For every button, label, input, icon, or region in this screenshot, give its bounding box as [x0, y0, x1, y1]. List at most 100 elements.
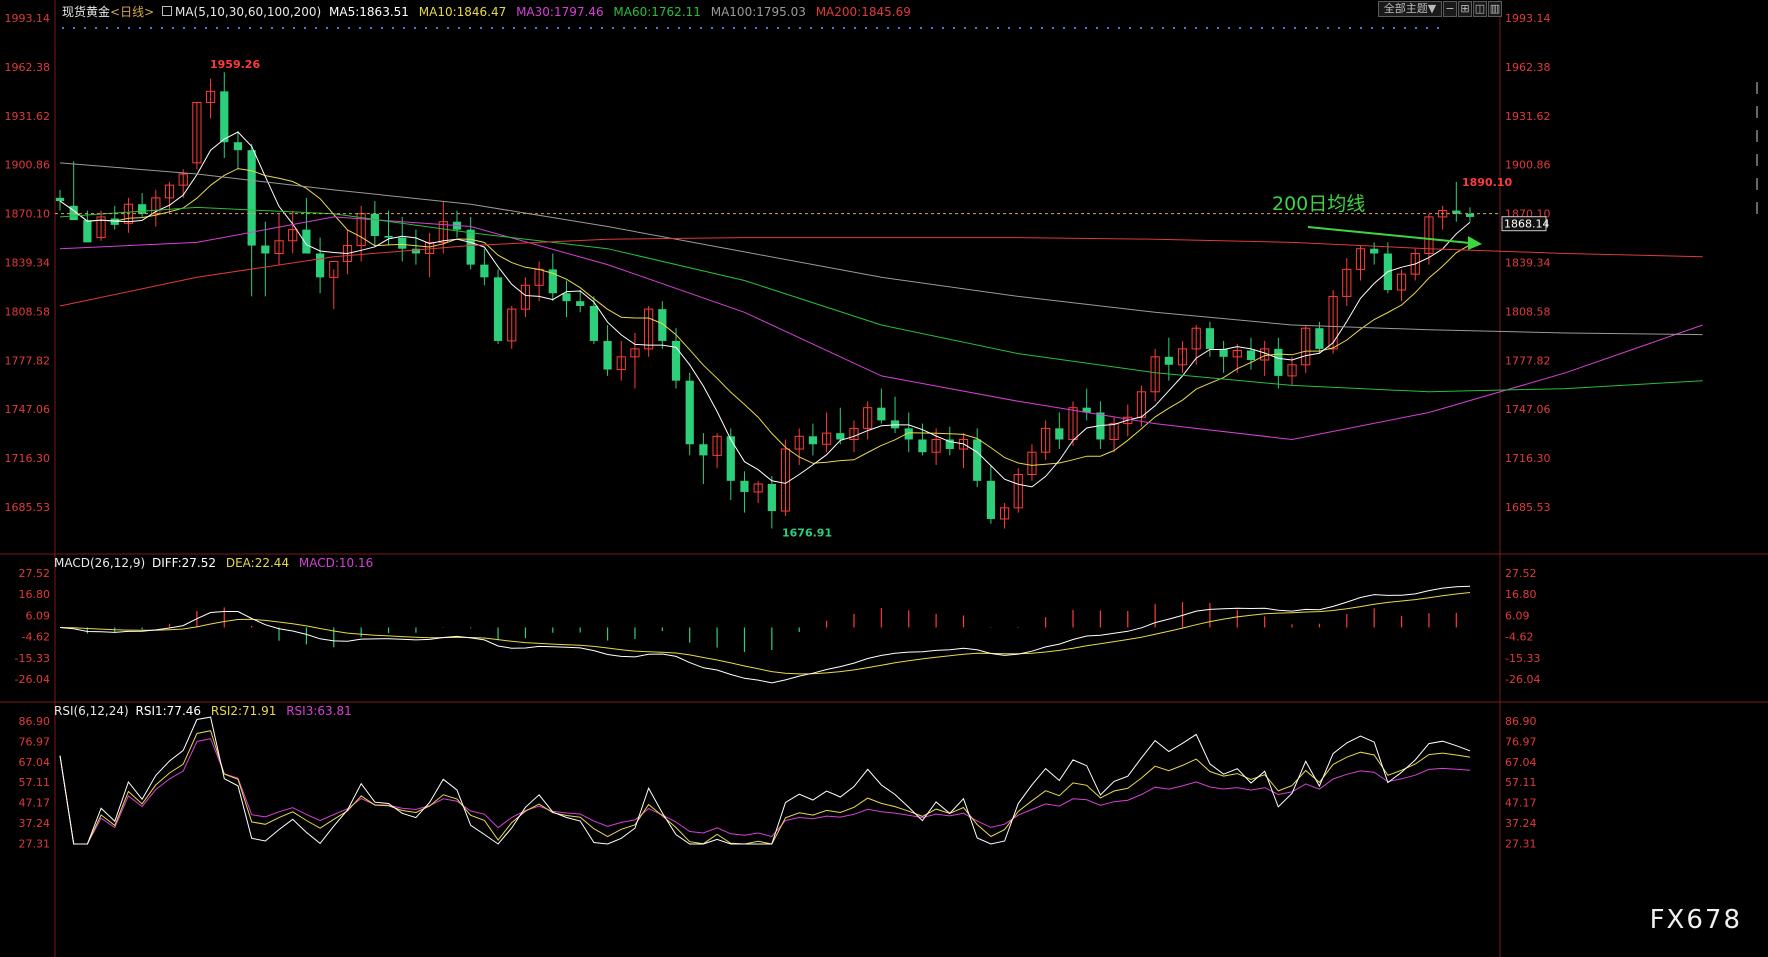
dot-marker: [1316, 27, 1318, 29]
dot-marker: [1129, 27, 1131, 29]
dot-marker: [964, 27, 966, 29]
main-chart-header: 现货黄金<日线> MA(5,10,30,60,100,200) MA5:1863…: [62, 3, 911, 20]
dot-marker: [194, 27, 196, 29]
dot-marker: [62, 27, 64, 29]
dot-marker: [1173, 27, 1175, 29]
candle-body: [1219, 348, 1228, 357]
y-tick-label: 1993.14: [1505, 12, 1551, 25]
rsi-params: RSI(6,12,24): [54, 704, 129, 718]
period-label[interactable]: <日线>: [110, 5, 154, 19]
candle-body: [1164, 356, 1173, 365]
diff-line: [59, 585, 1471, 684]
theme-dropdown[interactable]: 全部主题▼: [1378, 1, 1442, 17]
settings-icon[interactable]: ⊞: [1458, 1, 1472, 17]
y-tick-label: 1808.58: [5, 305, 51, 318]
dot-marker: [766, 27, 768, 29]
dot-marker: [1019, 27, 1021, 29]
dot-marker: [183, 27, 185, 29]
dot-marker: [95, 27, 97, 29]
dot-marker: [546, 27, 548, 29]
dot-marker: [832, 27, 834, 29]
y-tick-label: 1777.82: [5, 354, 51, 367]
dot-marker: [1250, 27, 1252, 29]
dot-marker: [942, 27, 944, 29]
dot-marker: [667, 27, 669, 29]
rsi2-line: [59, 730, 1471, 845]
dot-marker: [1338, 27, 1340, 29]
dot-marker: [821, 27, 823, 29]
dot-marker: [909, 27, 911, 29]
dot-marker: [172, 27, 174, 29]
rsi-tick-label: 67.04: [19, 756, 51, 769]
dot-marker: [128, 27, 130, 29]
candle-body: [493, 277, 503, 341]
y-tick-label: 1931.62: [5, 110, 51, 123]
rsi-tick-label: 27.31: [19, 837, 51, 850]
dot-marker: [304, 27, 306, 29]
candle-body: [1205, 328, 1215, 349]
macd-tick-label: -15.33: [15, 652, 50, 665]
dot-marker: [282, 27, 284, 29]
y-tick-label: 1870.10: [5, 208, 51, 221]
dot-marker: [1096, 27, 1098, 29]
dot-marker: [414, 27, 416, 29]
symbol-name[interactable]: 现货黄金: [62, 5, 110, 19]
ma-toggle-icon[interactable]: [161, 6, 172, 16]
dot-marker: [799, 27, 801, 29]
rsi3-line: [59, 738, 1471, 845]
rsi1-line: [59, 716, 1471, 845]
dot-marker: [502, 27, 504, 29]
dot-marker: [1140, 27, 1142, 29]
dot-marker: [1283, 27, 1285, 29]
dot-marker: [1382, 27, 1384, 29]
rsi-tick-label: 67.04: [1505, 756, 1537, 769]
macd-tick-label: -15.33: [1505, 652, 1540, 665]
restore-icon[interactable]: ◫: [1473, 1, 1487, 17]
minimize-icon[interactable]: −: [1443, 1, 1457, 17]
dot-marker: [403, 27, 405, 29]
candle-body: [1274, 348, 1283, 376]
dot-marker: [1371, 27, 1373, 29]
macd-tick-label: 6.09: [26, 609, 51, 622]
dot-marker: [238, 27, 240, 29]
dot-marker: [73, 27, 75, 29]
dot-marker: [1228, 27, 1230, 29]
dot-marker: [788, 27, 790, 29]
dot-marker: [1217, 27, 1219, 29]
macd-dea: DEA:22.44: [225, 556, 290, 570]
dot-marker: [458, 27, 460, 29]
dot-marker: [1415, 27, 1417, 29]
dot-marker: [843, 27, 845, 29]
dot-marker: [1239, 27, 1241, 29]
y-tick-label: 1808.58: [1505, 305, 1551, 318]
candle-body: [398, 237, 407, 249]
dot-marker: [711, 27, 713, 29]
candle-body: [589, 305, 598, 341]
y-tick-label: 1900.86: [5, 159, 51, 172]
dot-marker: [117, 27, 119, 29]
dot-marker: [568, 27, 570, 29]
y-tick-label: 1685.53: [1505, 501, 1551, 514]
dot-marker: [315, 27, 317, 29]
macd-value: MACD:10.16: [298, 556, 374, 570]
ma100-label: MA100:1795.03: [710, 5, 806, 19]
y-tick-label: 1931.62: [1505, 110, 1551, 123]
candle-body: [603, 340, 612, 370]
ma5-label: MA5:1863.51: [329, 5, 409, 19]
side-toolbar[interactable]: [1756, 70, 1766, 226]
dot-marker: [1118, 27, 1120, 29]
y-tick-label: 1747.06: [5, 403, 51, 416]
dot-marker: [601, 27, 603, 29]
candle-body: [138, 204, 147, 214]
candle-body: [220, 91, 229, 143]
candle-body: [1465, 213, 1475, 217]
candle-body: [83, 220, 92, 243]
dot-marker: [1349, 27, 1351, 29]
close-icon[interactable]: ▥: [1488, 1, 1502, 17]
dot-marker: [436, 27, 438, 29]
dot-marker: [1184, 27, 1186, 29]
dot-marker: [1393, 27, 1395, 29]
macd-tick-label: 27.52: [1505, 567, 1537, 580]
dot-marker: [150, 27, 152, 29]
dot-marker: [579, 27, 581, 29]
